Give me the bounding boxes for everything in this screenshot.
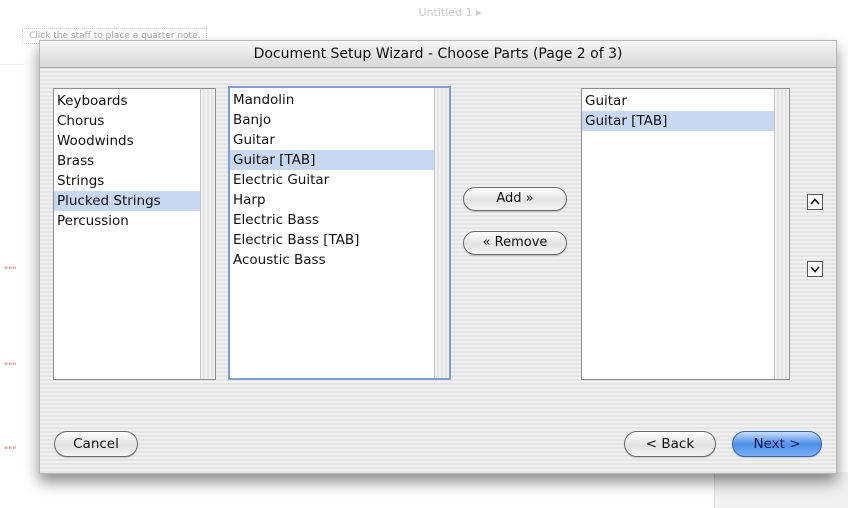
background-window-title: Untitled 1 ▸	[418, 6, 482, 19]
family-list-item[interactable]: Percussion	[54, 211, 201, 231]
instrument-list-item[interactable]: Harp	[230, 190, 435, 210]
instrument-list-item[interactable]: Banjo	[230, 110, 435, 130]
score-parts-list-scrollbar[interactable]	[774, 89, 789, 379]
instrument-list-item[interactable]: Electric Guitar	[230, 170, 435, 190]
family-list-item[interactable]: Keyboards	[54, 91, 201, 111]
add-button[interactable]: Add »	[463, 187, 567, 211]
family-list-item[interactable]: Strings	[54, 171, 201, 191]
instrument-list-item[interactable]: Mandolin	[230, 90, 435, 110]
score-part-item[interactable]: Guitar	[582, 91, 775, 111]
family-list-item[interactable]: Chorus	[54, 111, 201, 131]
chevron-down-icon	[810, 266, 820, 273]
instrument-list-item[interactable]: Guitar	[230, 130, 435, 150]
instrument-list-item[interactable]: Electric Bass	[230, 210, 435, 230]
move-down-button[interactable]	[807, 261, 823, 277]
dialog-title: Document Setup Wizard - Choose Parts (Pa…	[40, 41, 836, 68]
margin-mark: """	[4, 266, 17, 276]
next-button[interactable]: Next >	[732, 431, 822, 457]
margin-mark: """	[4, 446, 17, 456]
background-window-area	[714, 472, 848, 508]
instrument-list-item[interactable]: Acoustic Bass	[230, 250, 435, 270]
move-up-button[interactable]	[807, 194, 823, 210]
instrument-list-scrollbar[interactable]	[434, 88, 449, 378]
instrument-list[interactable]: Mandolin Banjo Guitar Guitar [TAB] Electric …	[228, 86, 451, 380]
cancel-button[interactable]: Cancel	[54, 431, 138, 457]
family-list-item[interactable]: Plucked Strings	[54, 191, 201, 211]
instrument-list-item[interactable]: Guitar [TAB]	[230, 150, 435, 170]
family-list-item[interactable]: Brass	[54, 151, 201, 171]
back-button[interactable]: < Back	[624, 431, 716, 457]
margin-mark: """	[4, 362, 17, 372]
score-part-item[interactable]: Guitar [TAB]	[582, 111, 775, 131]
chevron-up-icon	[810, 198, 820, 205]
family-list[interactable]: Keyboards Chorus Woodwinds Brass Strings Pluc…	[53, 88, 216, 380]
remove-button[interactable]: « Remove	[463, 231, 567, 255]
staff-line	[0, 64, 24, 65]
document-setup-wizard-dialog: Document Setup Wizard - Choose Parts (Pa…	[39, 40, 837, 474]
family-list-scrollbar[interactable]	[200, 89, 215, 379]
family-list-item[interactable]: Woodwinds	[54, 131, 201, 151]
score-parts-list[interactable]: Guitar Guitar [TAB]	[581, 88, 790, 380]
instrument-list-item[interactable]: Electric Bass [TAB]	[230, 230, 435, 250]
